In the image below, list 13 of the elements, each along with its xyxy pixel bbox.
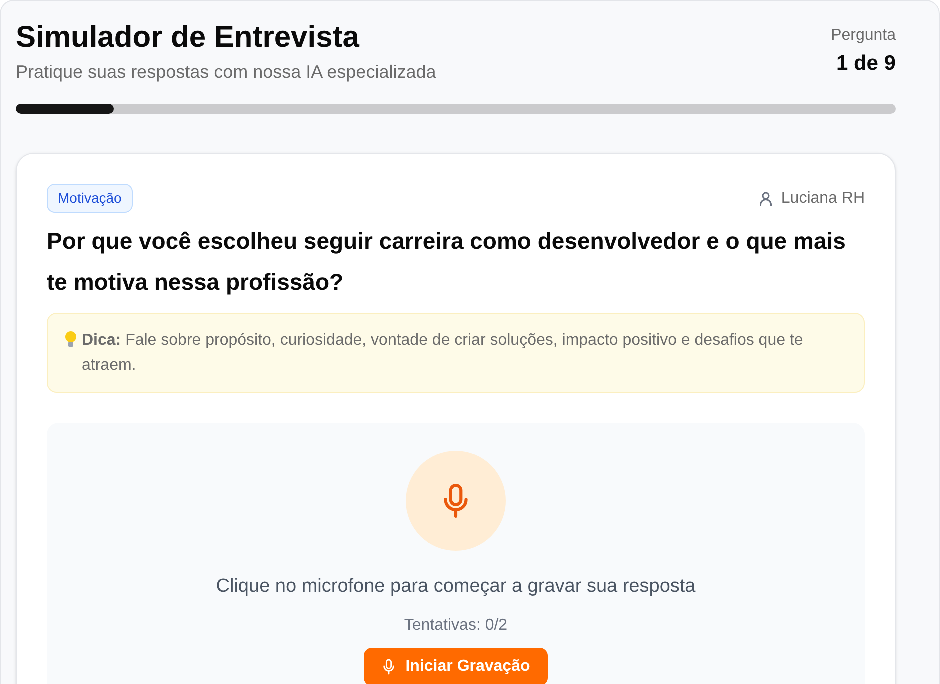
question-text: Por que você escolheu seguir carreira como desenvolvedor e o que mais te motiva nessa profissão?	[47, 227, 847, 297]
category-badge: Motivação	[47, 184, 133, 213]
start-recording-button[interactable]: Iniciar Gravação	[364, 648, 548, 684]
lightbulb-icon	[64, 331, 78, 349]
attempts-counter: Tentativas: 0/2	[404, 616, 508, 636]
microphone-icon	[382, 658, 396, 676]
counter-label: Pergunta	[831, 26, 896, 46]
instruction-text: Clique no microfone para começar a gravar sua resposta	[216, 575, 696, 599]
page-title: Simulador de Entrevista	[16, 20, 361, 56]
tip-text: Dica: Fale sobre propósito, curiosidade, vontade de criar soluções, impacto positivo e desafios que te atraem.	[82, 331, 804, 376]
page-subtitle: Pratique suas respostas com nossa IA especializada	[16, 61, 436, 84]
interviewer-name: Luciana RH	[781, 188, 865, 208]
question-counter: 1 de 9	[835, 51, 896, 77]
